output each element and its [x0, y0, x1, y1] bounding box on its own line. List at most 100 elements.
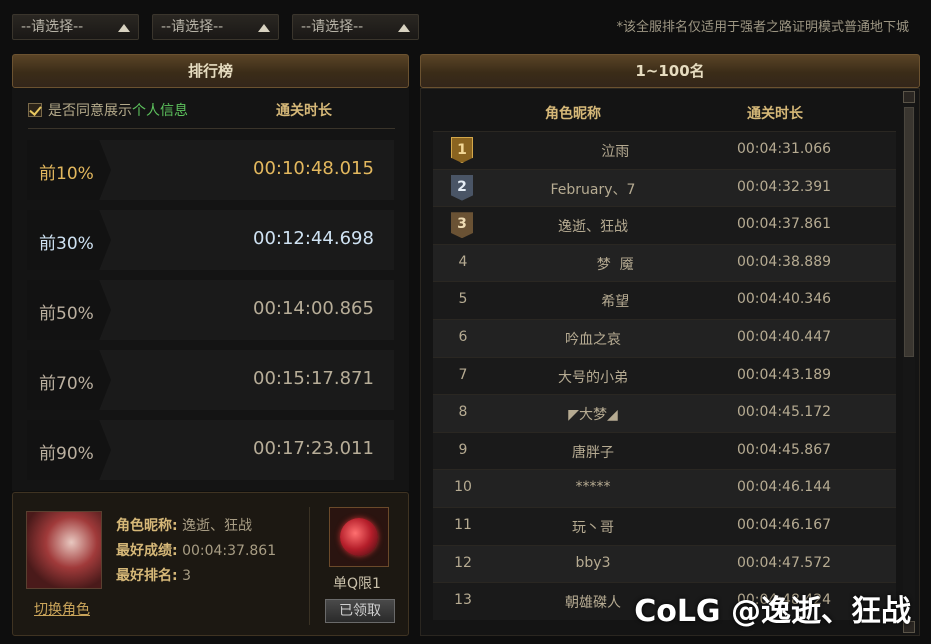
player-time: 00:04:45.867: [736, 441, 832, 458]
ranking-table: 1 泣雨 00:04:31.066 2 February、7 00:04:32.391…: [433, 131, 896, 620]
checkbox-icon[interactable]: [28, 103, 42, 117]
leaderboard-panel: 是否同意展示 个人信息 通关时长 前10% 00:10:48.015 前30% 0…: [12, 88, 409, 491]
top100-title: 1~100名: [420, 54, 920, 88]
filter-select-3-label: --请选择--: [301, 19, 364, 35]
table-row: 1 泣雨 00:04:31.066: [433, 131, 896, 169]
scrollbar[interactable]: [903, 91, 915, 633]
table-row: 8 ◤大梦◢ 00:04:45.172: [433, 394, 896, 432]
filter-select-1[interactable]: --请选择--: [12, 14, 139, 40]
avatar: [26, 511, 102, 589]
rank-number: 5: [458, 291, 468, 308]
player-name: 玩丶哥: [572, 519, 614, 536]
player-time: 00:04:43.189: [736, 366, 832, 383]
player-time: 00:04:32.391: [736, 178, 832, 195]
my-name-value: 逸逝、狂战: [182, 518, 253, 534]
name-header: 角色昵称: [545, 106, 601, 122]
my-best-label: 最好成绩:: [116, 543, 178, 559]
reward-item-icon[interactable]: [329, 507, 389, 567]
my-rank-value: 3: [182, 568, 191, 584]
table-row: 2 February、7 00:04:32.391: [433, 168, 896, 207]
claimed-button[interactable]: 已领取: [325, 599, 395, 623]
my-name-row: 角色昵称: 逸逝、狂战: [116, 515, 252, 535]
percentile-row: 前90% 00:17:23.011: [27, 420, 394, 480]
player-name: 逸逝、狂战: [558, 219, 628, 236]
table-row: 11 玩丶哥 00:04:46.167: [433, 506, 896, 545]
divider: [28, 128, 395, 129]
table-row: 7 大号的小弟 00:04:43.189: [433, 356, 896, 395]
player-name: 梦 魇: [552, 256, 634, 273]
player-name: *****: [575, 479, 611, 496]
table-row: 12 bby3 00:04:47.572: [433, 544, 896, 583]
reward-label: 单Q限1: [333, 576, 381, 592]
player-time: 00:04:38.889: [736, 253, 832, 270]
divider: [309, 507, 310, 625]
switch-character-link[interactable]: 切换角色: [34, 599, 90, 619]
filter-select-3[interactable]: --请选择--: [292, 14, 419, 40]
rank-number: 6: [458, 328, 468, 345]
table-row: 4 梦 魇 00:04:38.889: [433, 243, 896, 282]
percentile-label: 前70%: [39, 374, 94, 394]
rank-number: 4: [458, 253, 468, 270]
filter-select-1-label: --请选择--: [21, 19, 84, 35]
clear-time-header: 通关时长: [276, 103, 332, 119]
percentile-time: 00:14:00.865: [253, 298, 374, 319]
player-name: 唐胖子: [572, 444, 614, 461]
chevron-up-icon: [118, 24, 130, 32]
percentile-row: 前50% 00:14:00.865: [27, 280, 394, 340]
my-rank-row: 最好排名: 3: [116, 565, 191, 585]
time-header: 通关时长: [747, 106, 803, 122]
percentile-row: 前70% 00:15:17.871: [27, 350, 394, 410]
player-time: 00:04:40.447: [736, 328, 832, 345]
scroll-thumb[interactable]: [904, 107, 914, 357]
top100-panel: 角色昵称 通关时长 1 泣雨 00:04:31.066 2 February、7 00…: [420, 88, 920, 636]
percentile-time: 00:12:44.698: [253, 228, 374, 249]
chevron-up-icon: [258, 24, 270, 32]
rank-number: 13: [454, 592, 472, 609]
filter-select-2-label: --请选择--: [161, 19, 224, 35]
chevron-up-icon: [398, 24, 410, 32]
player-time: 00:04:47.572: [736, 554, 832, 571]
percentile-time: 00:17:23.011: [253, 438, 374, 459]
leaderboard-title: 排行榜: [12, 54, 409, 88]
player-time: 00:04:31.066: [736, 141, 832, 157]
player-time: 00:04:46.167: [736, 516, 832, 533]
my-record-panel: 切换角色 角色昵称: 逸逝、狂战 最好成绩: 00:04:37.861 最好排名…: [12, 492, 409, 636]
my-best-row: 最好成绩: 00:04:37.861: [116, 540, 276, 560]
rank-badge-bronze: 3: [451, 212, 473, 239]
player-name: 吟血之哀: [565, 331, 621, 348]
player-name: 泣雨: [556, 144, 630, 160]
ranking-note: *该全服排名仅适用于强者之路证明模式普通地下城: [616, 20, 909, 35]
player-name: bby3: [575, 554, 611, 571]
rank-number: 9: [458, 441, 468, 458]
rank-number: 11: [454, 516, 472, 533]
table-row: 10 ***** 00:04:46.144: [433, 469, 896, 507]
table-row: 9 唐胖子 00:04:45.867: [433, 431, 896, 470]
filter-bar: --请选择-- --请选择-- --请选择-- *该全服排名仅适用于强者之路证明…: [0, 0, 931, 46]
rank-number: 7: [458, 366, 468, 383]
percentile-time: 00:15:17.871: [253, 368, 374, 389]
watermark: CoLG @逸逝、狂战: [634, 594, 911, 629]
percentile-label: 前90%: [39, 444, 94, 464]
percentile-row: 前30% 00:12:44.698: [27, 210, 394, 270]
player-name: 希望: [556, 294, 630, 311]
player-time: 00:04:45.172: [736, 404, 832, 421]
rank-badge-silver: 2: [451, 174, 473, 201]
player-time: 00:04:40.346: [736, 291, 832, 308]
percentile-row: 前10% 00:10:48.015: [27, 140, 394, 200]
my-best-value: 00:04:37.861: [182, 543, 277, 559]
rank-number: 10: [454, 479, 472, 496]
player-name: 大号的小弟: [558, 369, 628, 386]
filter-select-2[interactable]: --请选择--: [152, 14, 279, 40]
agree-toggle[interactable]: 是否同意展示 个人信息: [28, 100, 188, 120]
percentile-label: 前10%: [39, 164, 94, 184]
scroll-up-icon[interactable]: [903, 91, 915, 103]
gem-icon: [340, 518, 378, 556]
player-time: 00:04:46.144: [736, 479, 832, 496]
table-row: 5 希望 00:04:40.346: [433, 281, 896, 319]
percentile-time: 00:10:48.015: [253, 158, 374, 179]
my-name-label: 角色昵称:: [116, 518, 178, 534]
personal-info-link[interactable]: 个人信息: [132, 100, 188, 120]
my-rank-label: 最好排名:: [116, 568, 178, 584]
player-name: ◤大梦◢: [568, 407, 618, 424]
percentile-label: 前50%: [39, 304, 94, 324]
